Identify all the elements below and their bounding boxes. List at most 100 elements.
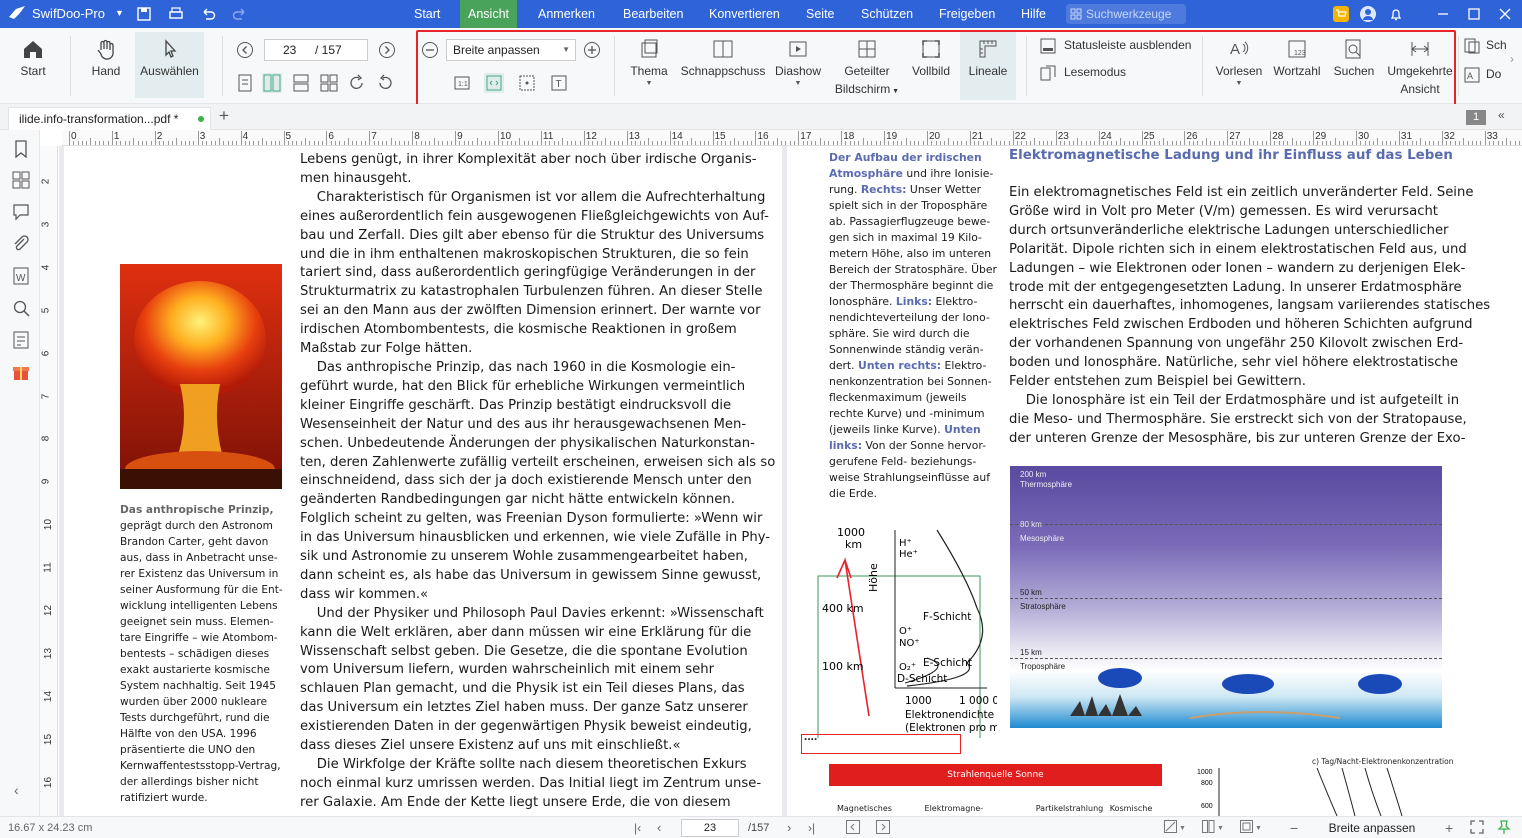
app-menu-chevron-icon[interactable]: ▼: [115, 8, 124, 18]
comment-icon[interactable]: [12, 203, 30, 221]
search-panel-icon[interactable]: [12, 299, 30, 317]
menu-annotate[interactable]: Anmerken: [530, 0, 603, 28]
menu-share[interactable]: Freigeben: [931, 0, 1003, 28]
rotate-counterclockwise-icon[interactable]: [376, 74, 394, 92]
vruler-number: 6: [40, 350, 52, 356]
first-page-icon[interactable]: |‹: [634, 820, 641, 836]
undo-icon[interactable]: [200, 6, 216, 22]
search-tools-box[interactable]: Suchwerkzeuge: [1066, 4, 1186, 24]
fit-width-icon[interactable]: [519, 75, 535, 91]
menu-page[interactable]: Seite: [798, 0, 843, 28]
theme-button[interactable]: Thema ▼: [626, 38, 672, 88]
slideshow-button[interactable]: Diashow ▼: [772, 38, 824, 88]
ruler-tick: [879, 141, 881, 145]
start-button[interactable]: Start: [12, 38, 54, 80]
menu-edit[interactable]: Bearbeiten: [615, 0, 691, 28]
ruler-tick: [1356, 131, 1357, 145]
maximize-icon[interactable]: [1467, 7, 1481, 21]
form-fields-icon[interactable]: [12, 331, 30, 349]
rotate-clockwise-icon[interactable]: [348, 74, 366, 92]
ruler-tick: [789, 141, 791, 145]
two-page-scroll-icon[interactable]: [320, 74, 338, 92]
ruler-tick: [1231, 141, 1233, 145]
ruler-tick: [733, 138, 735, 145]
next-page-status-icon[interactable]: ›: [787, 820, 791, 836]
document-tab[interactable]: ilide.info-transformation...pdf *: [8, 107, 211, 130]
back-view-icon[interactable]: [846, 820, 860, 836]
bookmark-icon[interactable]: [12, 140, 30, 158]
status-page-input[interactable]: 23: [681, 819, 739, 837]
pin-icon[interactable]: [1497, 820, 1511, 836]
reverse-view-button[interactable]: Umgekehrte Ansicht: [1384, 38, 1456, 98]
select-tool-button[interactable]: Auswählen: [135, 32, 204, 98]
fit-page-icon[interactable]: [484, 73, 504, 93]
prev-page-status-icon[interactable]: ‹: [657, 820, 661, 836]
ruler-tick: [330, 141, 332, 145]
rulers-button[interactable]: Lineale: [960, 32, 1016, 100]
two-page-icon[interactable]: [262, 73, 282, 93]
menu-convert[interactable]: Konvertieren: [701, 0, 788, 28]
redo-icon[interactable]: [232, 6, 248, 22]
ruler-tick: [1008, 141, 1010, 145]
split-screen-button[interactable]: Geteilter Bildschirm ▼: [832, 38, 902, 101]
menu-help[interactable]: Hilfe: [1013, 0, 1054, 28]
left-caption-line: der allerdings bisher nicht: [120, 776, 259, 788]
last-page-icon[interactable]: ›|: [808, 820, 815, 836]
close-icon[interactable]: [1498, 7, 1512, 21]
ruler-tick: [1313, 131, 1315, 145]
reading-mode-button[interactable]: Lesemodus: [1040, 63, 1126, 81]
search-button[interactable]: Suchen: [1330, 38, 1378, 80]
save-icon[interactable]: [136, 6, 152, 22]
more-tool-2[interactable]: A Do: [1464, 65, 1501, 83]
word-count-button[interactable]: 123 Wortzahl: [1270, 38, 1324, 80]
collapse-panel-icon[interactable]: «: [1498, 108, 1505, 122]
user-avatar-icon[interactable]: [1360, 6, 1376, 22]
svg-text:▼: ▼: [1217, 825, 1224, 832]
ribbon-scroll-right-icon[interactable]: ›: [1510, 52, 1514, 66]
menu-protect[interactable]: Schützen: [853, 0, 921, 28]
menu-view[interactable]: Ansicht: [460, 0, 517, 28]
page-number-field[interactable]: 23 / 157: [264, 39, 368, 61]
status-zoom-value[interactable]: Breite anpassen: [1308, 820, 1436, 836]
fullscreen-status-icon[interactable]: [1470, 820, 1484, 836]
collapse-sidebar-icon[interactable]: ‹: [14, 782, 19, 798]
new-tab-plus-icon[interactable]: +: [219, 106, 229, 126]
ruler-tick: [776, 138, 778, 145]
ruler-tick: [1047, 141, 1049, 145]
bell-icon[interactable]: [1389, 7, 1403, 21]
ruler-tick: [914, 141, 916, 145]
forward-view-icon[interactable]: [876, 820, 890, 836]
page-display-icon[interactable]: ▼: [1164, 820, 1186, 836]
page-layout-icon[interactable]: ▼: [1202, 820, 1224, 836]
next-page-icon[interactable]: [378, 41, 396, 59]
fit-mode-icon[interactable]: ▼: [1240, 820, 1262, 836]
hand-tool-button[interactable]: Hand: [86, 38, 126, 80]
cart-icon[interactable]: [1333, 6, 1349, 22]
zoom-select[interactable]: Breite anpassen ▼: [446, 39, 576, 61]
zoom-out-icon[interactable]: [421, 41, 439, 59]
ion-he: He⁺: [899, 549, 918, 560]
fullscreen-button[interactable]: Vollbild: [906, 38, 956, 80]
zoom-out-status-icon[interactable]: −: [1290, 820, 1298, 836]
zoom-in-icon[interactable]: [583, 41, 601, 59]
continuous-scroll-icon[interactable]: [292, 74, 310, 92]
fit-text-icon[interactable]: T: [551, 75, 567, 91]
vertical-ruler: 234567891011121314151617: [40, 146, 58, 831]
prev-page-icon[interactable]: [236, 41, 254, 59]
menu-start[interactable]: Start: [406, 0, 448, 28]
actual-size-icon[interactable]: 1:1: [454, 75, 470, 91]
gift-icon[interactable]: [12, 363, 30, 381]
word-doc-icon[interactable]: W: [12, 267, 30, 285]
minimize-icon[interactable]: [1436, 7, 1450, 21]
snapshot-button[interactable]: Schnappschuss: [680, 38, 766, 80]
ruler-tick: [965, 141, 967, 145]
attachment-icon[interactable]: [12, 235, 30, 253]
hide-statusbar-button[interactable]: Statusleiste ausblenden: [1040, 36, 1191, 54]
print-icon[interactable]: [168, 6, 184, 22]
zoom-in-status-icon[interactable]: +: [1445, 820, 1453, 836]
single-page-icon[interactable]: [237, 74, 253, 92]
more-tool-1[interactable]: Sch: [1464, 36, 1507, 54]
read-aloud-button[interactable]: A Vorlesen ▼: [1214, 38, 1264, 88]
status-page-total: /157: [748, 822, 770, 834]
thumbnails-icon[interactable]: [12, 171, 30, 189]
